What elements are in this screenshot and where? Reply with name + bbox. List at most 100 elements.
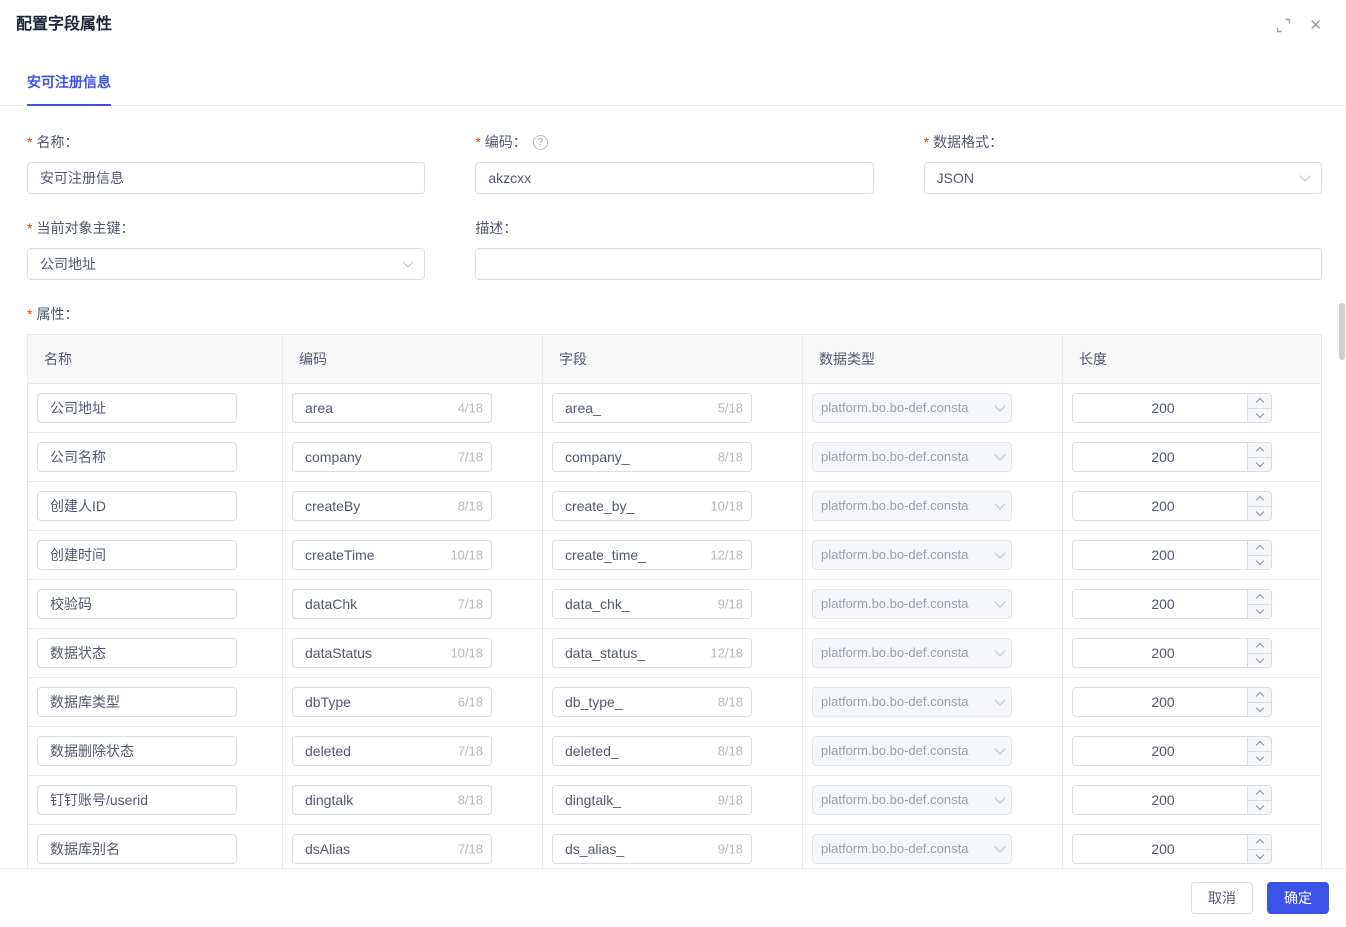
close-icon[interactable]: ✕ — [1309, 18, 1322, 33]
cell-field: 12/18 — [543, 531, 803, 579]
cell-field: 12/18 — [543, 629, 803, 677]
attr-length-input[interactable] — [1072, 687, 1272, 717]
attr-length-input[interactable] — [1072, 393, 1272, 423]
cell-length — [1063, 433, 1321, 481]
attr-code-counter: 8/18 — [457, 792, 483, 808]
attr-length-input[interactable] — [1072, 638, 1272, 668]
data-format-select[interactable]: JSON — [923, 162, 1322, 194]
cancel-button[interactable]: 取消 — [1191, 882, 1253, 914]
attr-code-counter: 7/18 — [457, 596, 483, 612]
caret-up-icon — [1255, 790, 1264, 799]
decrement-button[interactable] — [1248, 751, 1271, 765]
table-row: 7/18 9/18 platform.bo.bo-def.consta — [28, 825, 1321, 868]
caret-up-icon — [1255, 545, 1264, 554]
cell-datatype: platform.bo.bo-def.consta — [803, 531, 1063, 579]
decrement-button[interactable] — [1248, 849, 1271, 863]
attr-datatype-select[interactable]: platform.bo.bo-def.consta — [812, 638, 1012, 668]
increment-button[interactable] — [1248, 786, 1271, 801]
increment-button[interactable] — [1248, 737, 1271, 752]
attr-length-input[interactable] — [1072, 589, 1272, 619]
attr-name-input[interactable] — [37, 393, 237, 423]
decrement-button[interactable] — [1248, 555, 1271, 569]
caret-up-icon — [1255, 741, 1264, 750]
decrement-button[interactable] — [1248, 457, 1271, 471]
increment-button[interactable] — [1248, 639, 1271, 654]
stepper-controls — [1247, 835, 1271, 863]
attr-datatype-value: platform.bo.bo-def.consta — [821, 841, 969, 856]
decrement-button[interactable] — [1248, 408, 1271, 422]
attr-length-input[interactable] — [1072, 491, 1272, 521]
decrement-button[interactable] — [1248, 604, 1271, 618]
data-format-label: * 数据格式： — [923, 134, 1004, 150]
vertical-scrollbar-thumb[interactable] — [1339, 303, 1345, 360]
attr-name-input[interactable] — [37, 687, 237, 717]
cell-field: 5/18 — [543, 384, 803, 432]
attr-datatype-select[interactable]: platform.bo.bo-def.consta — [812, 540, 1012, 570]
attr-datatype-select[interactable]: platform.bo.bo-def.consta — [812, 785, 1012, 815]
attr-length-input[interactable] — [1072, 785, 1272, 815]
code-input[interactable] — [475, 162, 874, 194]
attr-datatype-value: platform.bo.bo-def.consta — [821, 449, 969, 464]
decrement-button[interactable] — [1248, 506, 1271, 520]
attr-datatype-select[interactable]: platform.bo.bo-def.consta — [812, 393, 1012, 423]
increment-button[interactable] — [1248, 492, 1271, 507]
stepper-controls — [1247, 786, 1271, 814]
attr-datatype-select[interactable]: platform.bo.bo-def.consta — [812, 687, 1012, 717]
attr-name-input[interactable] — [37, 589, 237, 619]
attr-field-counter: 9/18 — [717, 841, 743, 857]
cell-name — [28, 580, 283, 628]
attr-name-input[interactable] — [37, 540, 237, 570]
increment-button[interactable] — [1248, 443, 1271, 458]
name-label: * 名称： — [27, 134, 79, 150]
tab-registration-info[interactable]: 安可注册信息 — [27, 72, 111, 106]
name-input[interactable] — [27, 162, 426, 194]
attr-name-input[interactable] — [37, 736, 237, 766]
cell-code: 10/18 — [283, 629, 543, 677]
attr-datatype-value: platform.bo.bo-def.consta — [821, 792, 969, 807]
attr-datatype-select[interactable]: platform.bo.bo-def.consta — [812, 442, 1012, 472]
increment-button[interactable] — [1248, 835, 1271, 850]
cell-code: 7/18 — [283, 727, 543, 775]
attr-name-input[interactable] — [37, 785, 237, 815]
increment-button[interactable] — [1248, 688, 1271, 703]
code-label: * 编码： ? — [475, 132, 873, 152]
increment-button[interactable] — [1248, 541, 1271, 556]
description-input[interactable] — [475, 248, 1322, 280]
chevron-down-icon — [1301, 172, 1309, 180]
tab-bar: 安可注册信息 — [0, 72, 1346, 106]
attr-datatype-select[interactable]: platform.bo.bo-def.consta — [812, 736, 1012, 766]
attr-name-input[interactable] — [37, 442, 237, 472]
chevron-down-icon — [996, 598, 1004, 606]
caret-up-icon — [1255, 839, 1264, 848]
attr-name-input[interactable] — [37, 638, 237, 668]
cell-length — [1063, 678, 1321, 726]
attr-datatype-select[interactable]: platform.bo.bo-def.consta — [812, 589, 1012, 619]
attr-code-counter: 10/18 — [450, 645, 483, 661]
window-controls: ✕ — [1276, 14, 1330, 33]
fullscreen-icon[interactable] — [1276, 18, 1291, 33]
help-icon[interactable]: ? — [532, 134, 548, 150]
attr-datatype-select[interactable]: platform.bo.bo-def.consta — [812, 491, 1012, 521]
cell-length — [1063, 825, 1321, 868]
confirm-button[interactable]: 确定 — [1267, 882, 1329, 914]
attr-length-input[interactable] — [1072, 736, 1272, 766]
increment-button[interactable] — [1248, 590, 1271, 605]
decrement-button[interactable] — [1248, 800, 1271, 814]
attr-datatype-select[interactable]: platform.bo.bo-def.consta — [812, 834, 1012, 864]
attr-length-input[interactable] — [1072, 442, 1272, 472]
attr-name-input[interactable] — [37, 834, 237, 864]
caret-down-icon — [1255, 458, 1264, 467]
chevron-down-icon — [996, 500, 1004, 508]
cell-datatype: platform.bo.bo-def.consta — [803, 580, 1063, 628]
increment-button[interactable] — [1248, 394, 1271, 409]
attr-name-input[interactable] — [37, 491, 237, 521]
attr-length-input[interactable] — [1072, 540, 1272, 570]
decrement-button[interactable] — [1248, 702, 1271, 716]
primary-key-select[interactable]: 公司地址 — [27, 248, 426, 280]
required-mark: * — [475, 134, 481, 150]
attr-length-input[interactable] — [1072, 834, 1272, 864]
field-primary-key: * 当前对象主键： 公司地址 — [27, 218, 426, 280]
decrement-button[interactable] — [1248, 653, 1271, 667]
cell-field: 9/18 — [543, 776, 803, 824]
configure-field-properties-dialog: 配置字段属性 ✕ 安可注册信息 * 名称： * — [0, 0, 1346, 927]
